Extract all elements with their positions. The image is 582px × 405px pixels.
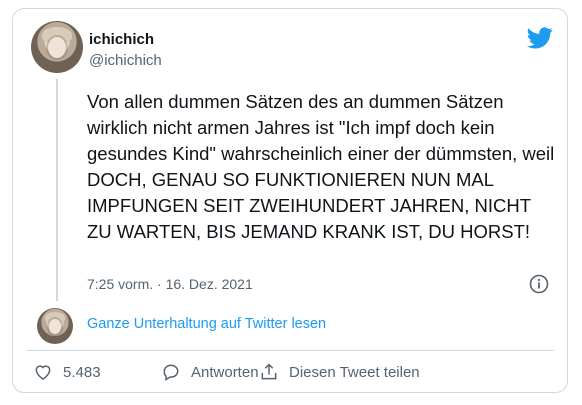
author-handle[interactable]: @ichichich [89,52,162,69]
tweet-timestamp[interactable]: 7:25 vorm. · 16. Dez. 2021 [87,276,253,292]
share-button[interactable]: Diesen Tweet teilen [259,361,420,383]
like-count: 5.483 [63,363,101,381]
share-label: Diesen Tweet teilen [289,363,420,381]
divider [27,350,554,351]
author-avatar[interactable] [31,21,83,73]
tweet-card[interactable]: ichichich @ichichich Von allen dummen Sä… [12,8,568,393]
twitter-bird-icon[interactable] [527,27,553,49]
author-name[interactable]: ichichich [89,31,154,48]
reply-button[interactable]: Antworten [161,361,259,383]
like-button[interactable]: 5.483 [33,361,101,383]
conversation-avatar [37,308,73,344]
reply-label: Antworten [191,363,259,381]
tweet-text: Von allen dummen Sätzen des an dummen Sä… [87,91,555,242]
thread-line [56,79,58,301]
info-icon[interactable] [529,274,549,294]
comment-icon [163,364,179,381]
read-conversation-link[interactable]: Ganze Unterhaltung auf Twitter lesen [87,316,326,332]
share-icon [261,363,277,380]
heart-icon [35,365,51,380]
